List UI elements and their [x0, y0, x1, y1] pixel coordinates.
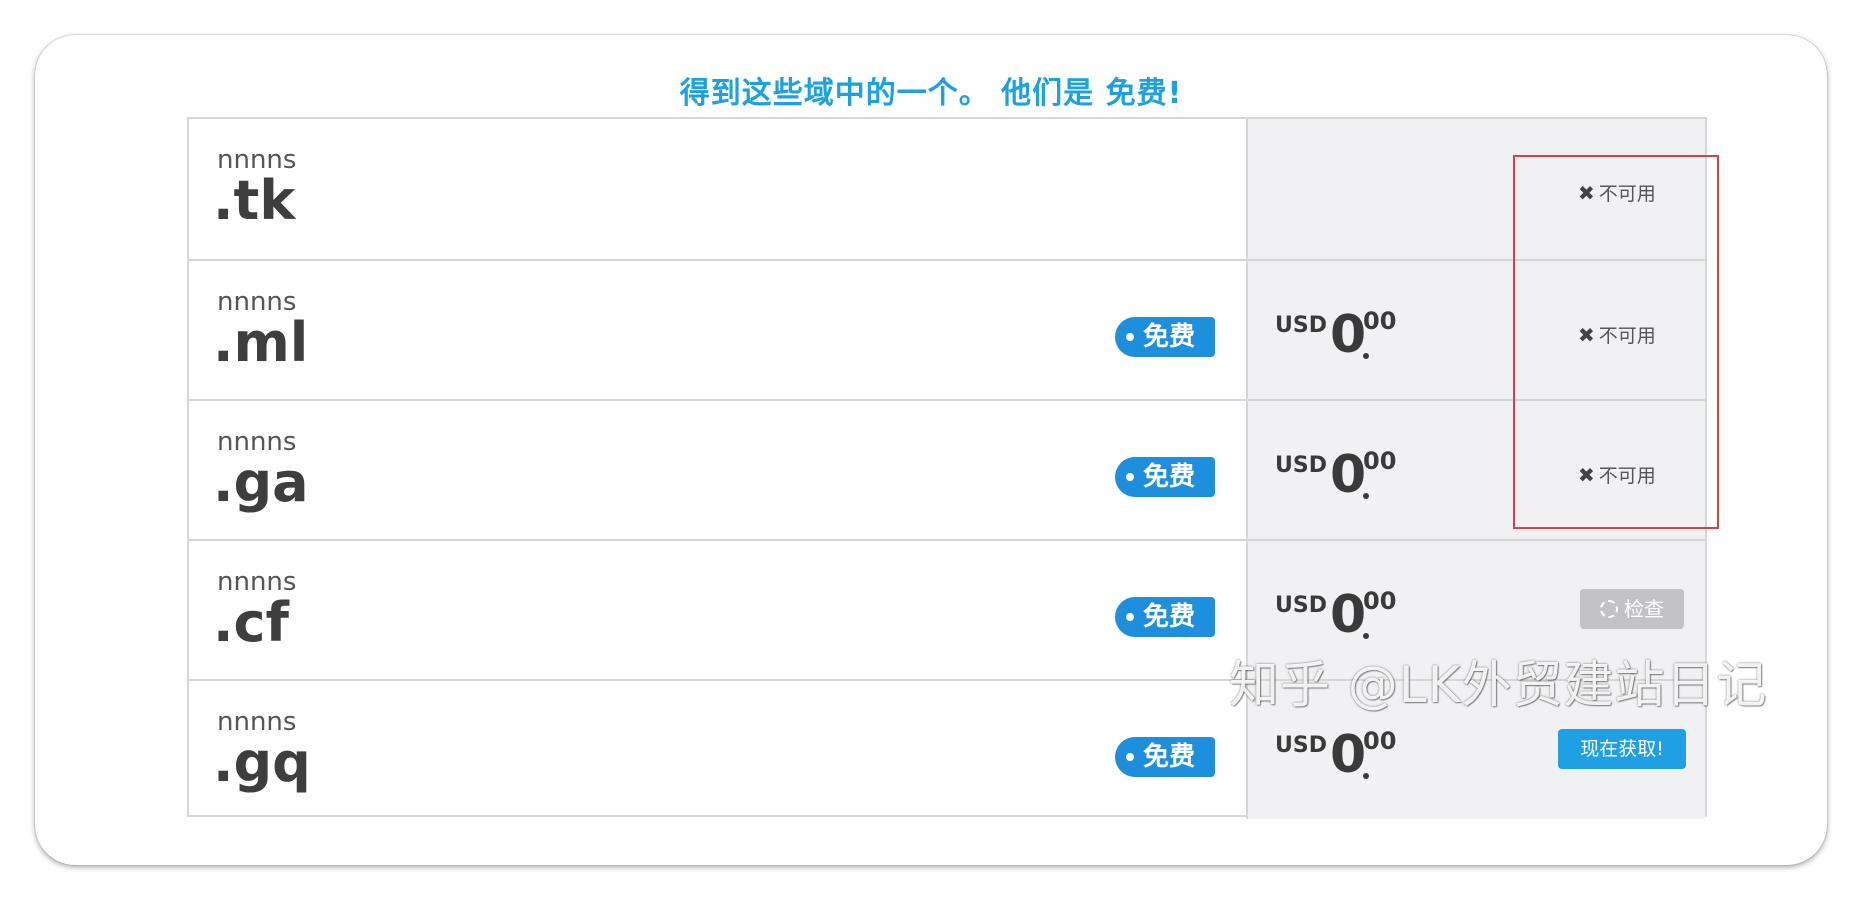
spinner-icon: [1600, 600, 1618, 618]
domain-tld: .ga: [213, 451, 309, 514]
price-integer: 0: [1330, 585, 1367, 645]
domain-row-ga: nnnns .ga 免费 USD 0 00 ✖ 不可用: [189, 399, 1705, 539]
domain-tld: .cf: [213, 591, 290, 654]
domain-tld: .gq: [213, 731, 311, 794]
price-currency: USD: [1275, 313, 1327, 338]
badge-dot-icon: [1126, 473, 1134, 481]
free-badge-label: 免费: [1143, 742, 1196, 772]
price-currency: USD: [1275, 453, 1327, 478]
check-button[interactable]: 检查: [1580, 589, 1684, 629]
domain-cell: nnnns .gq 免费: [189, 681, 1246, 819]
domain-cell: nnnns .cf 免费: [189, 541, 1246, 679]
domain-cell: nnnns .ga 免费: [189, 401, 1246, 539]
check-button-label: 检查: [1624, 597, 1664, 621]
page-heading: 得到这些域中的一个。 他们是 免费!: [679, 76, 1183, 111]
price-integer: 0: [1330, 305, 1367, 365]
free-badge-label: 免费: [1143, 462, 1196, 492]
decimal-point: [1363, 353, 1369, 359]
domain-row-ml: nnnns .ml 免费 USD 0 00 ✖ 不可用: [189, 259, 1705, 399]
price-integer: 0: [1330, 445, 1367, 505]
watermark: 知乎 @LK外贸建站日记: [1229, 656, 1768, 714]
free-badge: 免费: [1115, 317, 1215, 357]
free-badge: 免费: [1115, 457, 1215, 497]
price-decimal: 00: [1363, 587, 1397, 615]
domain-row-tk: nnnns .tk ✖ 不可用: [189, 119, 1705, 259]
free-badge-label: 免费: [1143, 322, 1196, 352]
price-integer: 0: [1330, 725, 1367, 785]
domain-cell: nnnns .ml 免费: [189, 261, 1246, 399]
decimal-point: [1363, 773, 1369, 779]
highlight-annotation-box: [1513, 155, 1719, 529]
price-decimal: 00: [1363, 447, 1397, 475]
price-currency: USD: [1275, 733, 1327, 758]
price-currency: USD: [1275, 593, 1327, 618]
price-decimal: 00: [1363, 307, 1397, 335]
badge-dot-icon: [1126, 333, 1134, 341]
domain-search-window: 得到这些域中的一个。 他们是 免费! nnnns .tk ✖ 不可用 nnnns …: [35, 35, 1827, 865]
free-badge: 免费: [1115, 597, 1215, 637]
decimal-point: [1363, 493, 1369, 499]
free-badge-label: 免费: [1143, 602, 1196, 632]
domain-tld: .ml: [213, 311, 309, 374]
free-badge: 免费: [1115, 737, 1215, 777]
price-decimal: 00: [1363, 727, 1397, 755]
decimal-point: [1363, 633, 1369, 639]
domain-cell: nnnns .tk: [189, 119, 1246, 259]
get-now-button[interactable]: 现在获取!: [1558, 729, 1686, 769]
badge-dot-icon: [1126, 753, 1134, 761]
domain-tld: .tk: [213, 169, 296, 232]
badge-dot-icon: [1126, 613, 1134, 621]
